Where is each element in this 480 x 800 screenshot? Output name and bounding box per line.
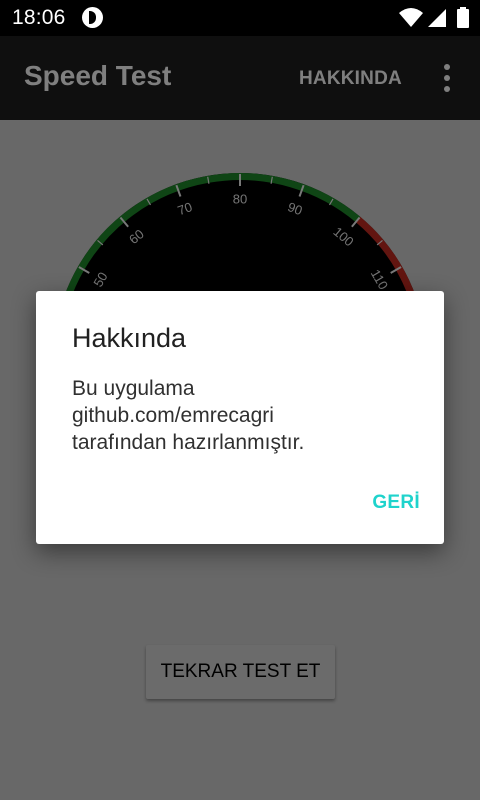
app-notification-icon <box>82 7 103 28</box>
status-time: 18:06 <box>12 6 66 29</box>
signal-icon <box>428 9 446 27</box>
dialog-title: Hakkında <box>72 323 187 353</box>
battery-icon <box>457 7 469 28</box>
screen: 18:06 405060708090100110120 TEKRAR TEST … <box>0 0 480 800</box>
wifi-icon <box>399 8 423 27</box>
dialog-message: Bu uygulama github.com/emrecagri tarafın… <box>72 377 305 454</box>
status-bar: 18:06 <box>0 0 480 36</box>
about-dialog: Hakkında Bu uygulama github.com/emrecagr… <box>36 291 444 544</box>
back-button[interactable]: GERİ <box>344 481 428 525</box>
